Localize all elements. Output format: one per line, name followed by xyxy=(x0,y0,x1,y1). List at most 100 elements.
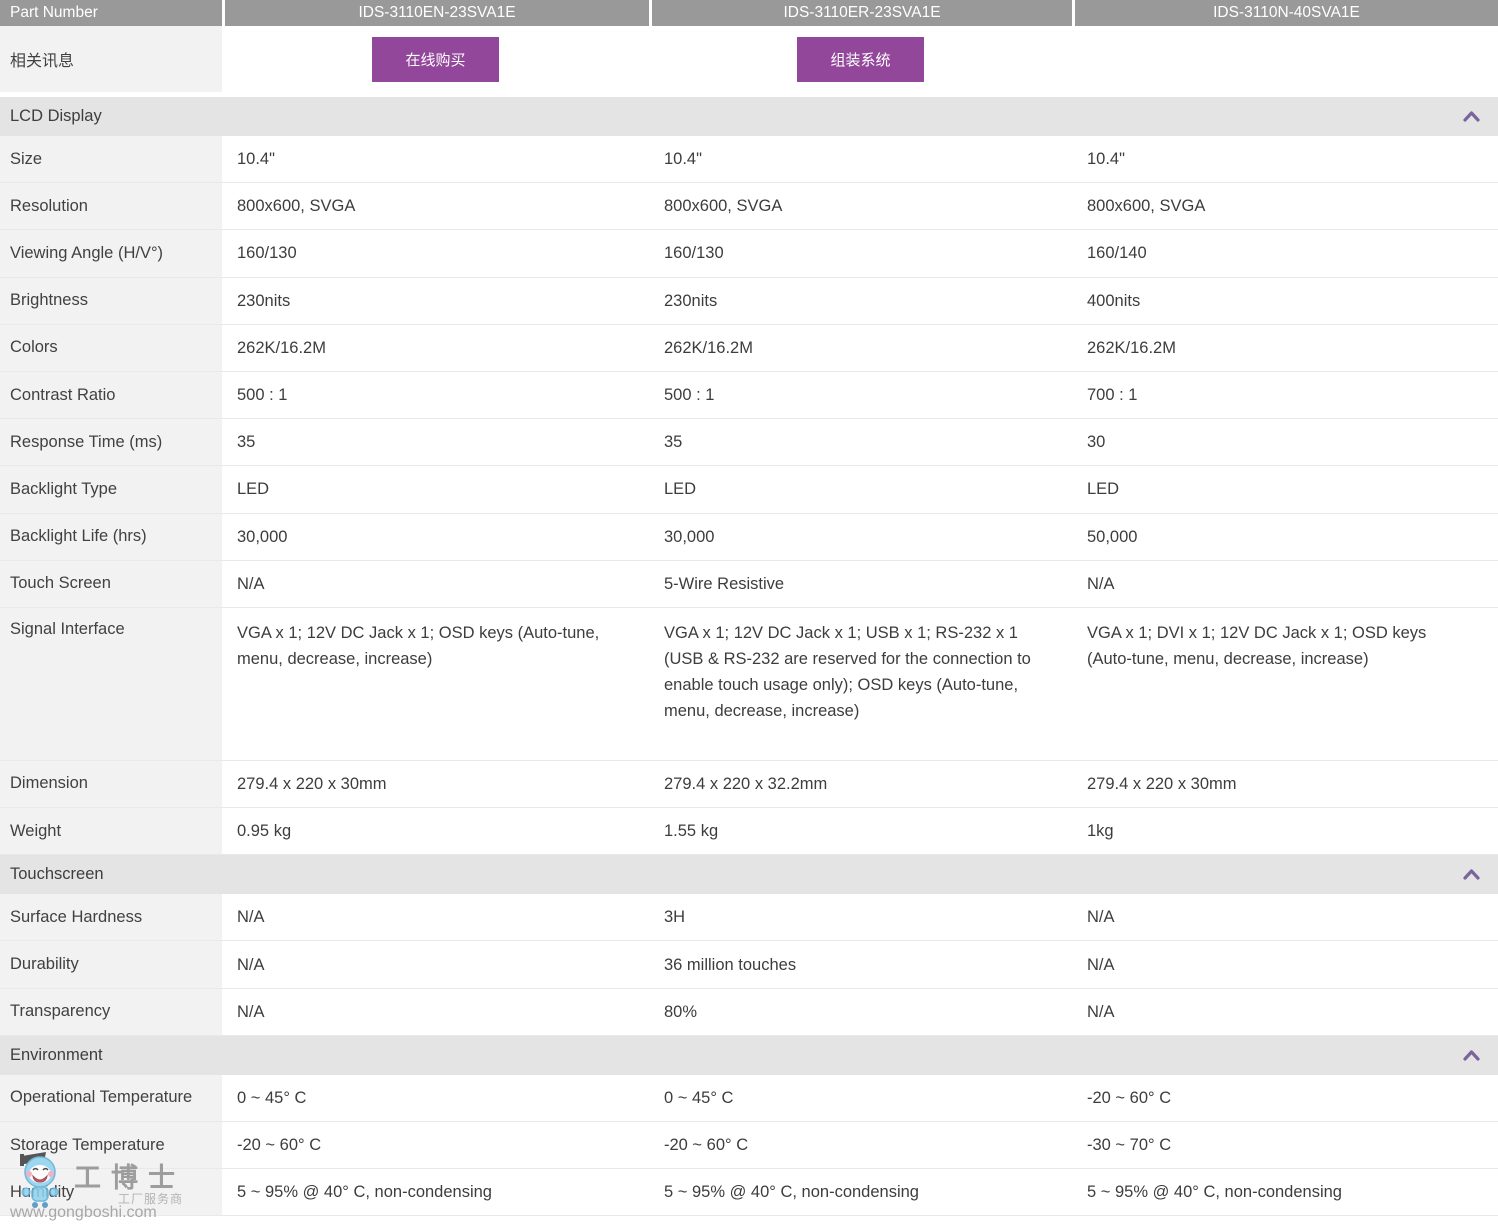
spec-row: Brightness 230nits 230nits 400nits xyxy=(0,277,1498,325)
empty-info-cell xyxy=(1072,26,1498,92)
spec-row-label: Contrast Ratio xyxy=(0,371,222,419)
spec-row-label: Humidity xyxy=(0,1169,222,1216)
spec-row: Colors 262K/16.2M 262K/16.2M 262K/16.2M xyxy=(0,324,1498,372)
spec-row-label: Backlight Life (hrs) xyxy=(0,513,222,560)
spec-value-col1: 10.4" xyxy=(237,150,275,169)
spec-value-col2: 0 ~ 45° C xyxy=(664,1088,734,1107)
spec-value-col2: 35 xyxy=(664,433,683,452)
spec-value-col1: 0 ~ 45° C xyxy=(237,1088,307,1107)
spec-value-col1: N/A xyxy=(237,574,265,593)
spec-row-label: Operational Temperature xyxy=(0,1074,222,1121)
spec-value-col2: 1.55 kg xyxy=(664,822,719,841)
section-header-bar[interactable]: Environment xyxy=(0,1035,1498,1075)
spec-value-col3: 800x600, SVGA xyxy=(1087,197,1206,216)
spec-value-col2: 36 million touches xyxy=(664,955,797,974)
spec-row-label: Resolution xyxy=(0,183,222,230)
spec-row-label: Storage Temperature xyxy=(0,1122,222,1169)
spec-row-label: Weight xyxy=(0,808,222,855)
spec-row: Dimension 279.4 x 220 x 30mm 279.4 x 220… xyxy=(0,760,1498,809)
spec-value-col3: 700 : 1 xyxy=(1087,386,1138,405)
spec-value-col3: N/A xyxy=(1087,955,1115,974)
spec-row: Size 10.4" 10.4" 10.4" xyxy=(0,136,1498,184)
model-column-header-3: IDS-3110N-40SVA1E xyxy=(1072,0,1498,26)
section-header-bar[interactable]: LCD Display xyxy=(0,97,1498,136)
spec-value-col3: 30 xyxy=(1087,433,1106,452)
spec-row-label: Brightness xyxy=(0,277,222,324)
chevron-up-icon[interactable] xyxy=(1463,111,1480,122)
spec-value-col3: 279.4 x 220 x 30mm xyxy=(1087,774,1237,793)
spec-section: Touchscreen Surface Hardness N/A 3H N/A … xyxy=(0,855,1498,1036)
spec-value-col2: 500 : 1 xyxy=(664,386,715,405)
spec-value-col3: 5 ~ 95% @ 40° C, non-condensing xyxy=(1087,1183,1342,1202)
related-info-label: 相关讯息 xyxy=(0,26,222,92)
spec-value-col3: N/A xyxy=(1087,1002,1115,1021)
assemble-system-cell: 组装系统 xyxy=(649,26,1072,92)
spec-value-col2: 279.4 x 220 x 32.2mm xyxy=(664,774,828,793)
spec-value-col1: 35 xyxy=(237,433,256,452)
spec-row: Durability N/A 36 million touches N/A xyxy=(0,941,1498,989)
spec-row-label: Response Time (ms) xyxy=(0,419,222,466)
spec-row-label: Transparency xyxy=(0,988,222,1035)
spec-value-col2: 30,000 xyxy=(664,527,715,546)
spec-row-label: Dimension xyxy=(0,760,222,808)
spec-value-col1: 279.4 x 220 x 30mm xyxy=(237,774,387,793)
section-title: LCD Display xyxy=(10,107,102,125)
related-info-row: 相关讯息 在线购买 组装系统 xyxy=(0,26,1498,92)
spec-section: LCD Display Size 10.4" 10.4" 10.4" Resol… xyxy=(0,97,1498,856)
spec-row: Weight 0.95 kg 1.55 kg 1kg xyxy=(0,808,1498,856)
spec-value-col2: 5 ~ 95% @ 40° C, non-condensing xyxy=(664,1183,919,1202)
spec-value-col1: 262K/16.2M xyxy=(237,338,326,357)
spec-value-col3: 262K/16.2M xyxy=(1087,338,1176,357)
spec-value-col3: N/A xyxy=(1087,908,1115,927)
spec-value-col1: LED xyxy=(237,480,270,499)
part-number-header: Part Number xyxy=(10,4,98,21)
assemble-system-button[interactable]: 组装系统 xyxy=(797,36,924,82)
buy-online-cell: 在线购买 xyxy=(222,26,649,92)
spec-value-col2: 80% xyxy=(664,1002,698,1021)
chevron-up-icon[interactable] xyxy=(1463,869,1480,880)
spec-value-col1: N/A xyxy=(237,955,265,974)
section-rows: Operational Temperature 0 ~ 45° C 0 ~ 45… xyxy=(0,1074,1498,1217)
section-header-bar[interactable]: Touchscreen xyxy=(0,855,1498,895)
spec-value-col1: 500 : 1 xyxy=(237,386,288,405)
spec-value-col3: LED xyxy=(1087,480,1120,499)
spec-row-label: Signal Interface xyxy=(0,607,222,760)
spec-value-col2: 5-Wire Resistive xyxy=(664,574,785,593)
spec-row-label: Durability xyxy=(0,941,222,988)
spec-value-col2: 160/130 xyxy=(664,244,724,263)
chevron-up-icon[interactable] xyxy=(1463,1050,1480,1061)
section-rows: Surface Hardness N/A 3H N/A Durability N… xyxy=(0,894,1498,1036)
spec-value-col3: -30 ~ 70° C xyxy=(1087,1136,1172,1155)
model-column-header-1: IDS-3110EN-23SVA1E xyxy=(222,0,649,26)
spec-value-col1: N/A xyxy=(237,1002,265,1021)
spec-value-col1: -20 ~ 60° C xyxy=(237,1136,322,1155)
spec-value-col1: 30,000 xyxy=(237,527,288,546)
spec-value-col3: 400nits xyxy=(1087,291,1141,310)
spec-section: Environment Operational Temperature 0 ~ … xyxy=(0,1035,1498,1217)
product-spec-page: Part Number IDS-3110EN-23SVA1E IDS-3110E… xyxy=(0,0,1498,1232)
spec-sections: LCD Display Size 10.4" 10.4" 10.4" Resol… xyxy=(0,97,1498,1217)
spec-value-col2: 262K/16.2M xyxy=(664,338,753,357)
spec-row: Backlight Life (hrs) 30,000 30,000 50,00… xyxy=(0,513,1498,561)
spec-value-col1: 230nits xyxy=(237,291,291,310)
spec-row: Humidity 5 ~ 95% @ 40° C, non-condensing… xyxy=(0,1169,1498,1217)
spec-value-col1: VGA x 1; 12V DC Jack x 1; OSD keys (Auto… xyxy=(237,623,600,668)
buy-online-button[interactable]: 在线购买 xyxy=(372,36,499,82)
spec-row: Resolution 800x600, SVGA 800x600, SVGA 8… xyxy=(0,183,1498,231)
spec-value-col3: 50,000 xyxy=(1087,527,1138,546)
spec-row-label: Viewing Angle (H/V°) xyxy=(0,230,222,277)
spec-row-label: Colors xyxy=(0,324,222,371)
spec-value-col3: 10.4" xyxy=(1087,150,1125,169)
spec-row: Contrast Ratio 500 : 1 500 : 1 700 : 1 xyxy=(0,371,1498,420)
spec-row-label: Backlight Type xyxy=(0,466,222,513)
spec-value-col1: 160/130 xyxy=(237,244,297,263)
table-header-row: Part Number IDS-3110EN-23SVA1E IDS-3110E… xyxy=(0,0,1498,26)
spec-row: Surface Hardness N/A 3H N/A xyxy=(0,894,1498,942)
spec-value-col2: 3H xyxy=(664,908,686,927)
spec-value-col1: N/A xyxy=(237,908,265,927)
spec-value-col2: 10.4" xyxy=(664,150,702,169)
spec-value-col1: 800x600, SVGA xyxy=(237,197,356,216)
spec-row-label: Touch Screen xyxy=(0,560,222,607)
spec-value-col3: N/A xyxy=(1087,574,1115,593)
spec-value-col2: 800x600, SVGA xyxy=(664,197,783,216)
